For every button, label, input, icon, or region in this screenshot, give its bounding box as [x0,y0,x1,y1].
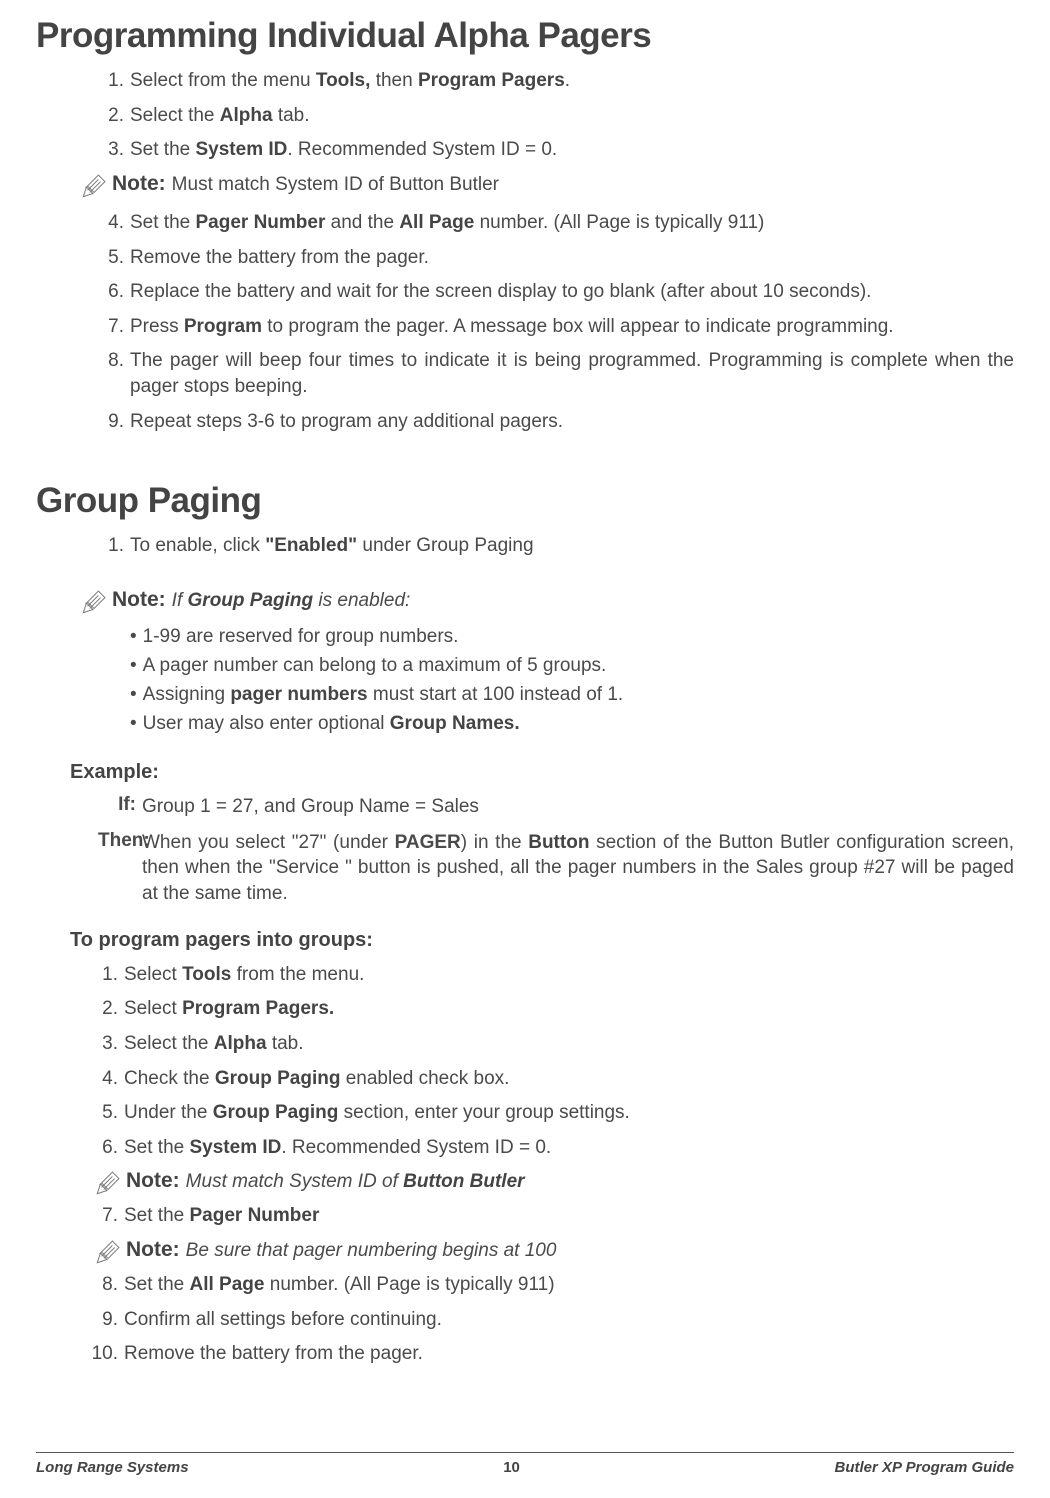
note: Note: Be sure that pager numbering begin… [94,1238,1014,1266]
program-label: To program pagers into groups: [70,929,1014,952]
list-item: 7.Set the Pager Number [84,1203,1014,1229]
list-item: 1.To enable, click "Enabled" under Group… [98,533,1014,559]
if-row: If: Group 1 = 27, and Group Name = Sales [98,794,1014,820]
list-item: 3.Set the System ID. Recommended System … [98,137,1014,163]
list-item: 2.Select Program Pagers. [84,996,1014,1022]
bullet-item: •A pager number can belong to a maximum … [130,655,1014,677]
list-item: 9.Repeat steps 3-6 to program any additi… [98,409,1014,435]
list-item: 1.Select Tools from the menu. [84,962,1014,988]
list-item: 8.The pager will beep four times to indi… [98,348,1014,399]
list-item: 4.Check the Group Paging enabled check b… [84,1066,1014,1092]
footer-right: Butler XP Program Guide [835,1459,1014,1476]
bullet-item: •1-99 are reserved for group numbers. [130,626,1014,648]
pencil-icon [80,173,106,201]
list-item: 10.Remove the battery from the pager. [84,1341,1014,1367]
note: Note: Must match System ID of Button But… [80,172,1014,200]
list-item: 2.Select the Alpha tab. [98,103,1014,129]
then-row: Then: When you select "27" (under PAGER)… [98,830,1014,907]
pencil-icon [80,589,106,617]
list-item: 9.Confirm all settings before continuing… [84,1307,1014,1333]
footer-left: Long Range Systems [36,1459,189,1476]
list-item: 6.Replace the battery and wait for the s… [98,279,1014,305]
section2-title: Group Paging [36,481,1014,521]
pencil-icon [94,1239,120,1267]
list-item: 6.Set the System ID. Recommended System … [84,1135,1014,1161]
bullet-item: •Assigning pager numbers must start at 1… [130,684,1014,706]
list-item: 7.Press Program to program the pager. A … [98,314,1014,340]
list-item: 5.Under the Group Paging section, enter … [84,1100,1014,1126]
note: Note: If Group Paging is enabled: [80,588,1014,616]
section1-title: Programming Individual Alpha Pagers [36,16,1014,56]
list-item: 4.Set the Pager Number and the All Page … [98,210,1014,236]
footer: Long Range Systems 10 Butler XP Program … [36,1452,1014,1476]
list-item: 5.Remove the battery from the pager. [98,245,1014,271]
bullet-item: •User may also enter optional Group Name… [130,713,1014,735]
note: Note: Must match System ID of Button But… [94,1169,1014,1197]
list-item: 3.Select the Alpha tab. [84,1031,1014,1057]
example-label: Example: [70,761,1014,784]
list-item: 1.Select from the menu Tools, then Progr… [98,68,1014,94]
pencil-icon [94,1170,120,1198]
page-number: 10 [503,1459,520,1476]
list-item: 8.Set the All Page number. (All Page is … [84,1272,1014,1298]
